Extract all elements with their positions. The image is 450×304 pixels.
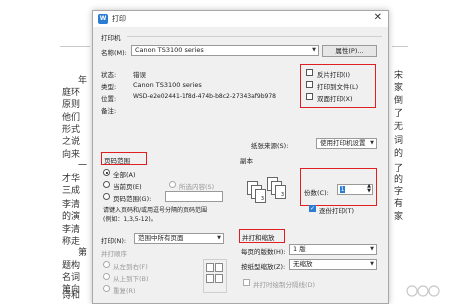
duplex-checkbox[interactable] bbox=[306, 93, 313, 100]
print-dialog: W 打印 ✕ 打印机 名称(M): Canon TS3100 series ▼ … bbox=[92, 10, 389, 304]
order-repeat-radio[interactable] bbox=[103, 285, 110, 292]
print-order-title: 并打顺序 bbox=[101, 250, 127, 258]
range-selection-label: 所选内容(S) bbox=[179, 183, 215, 191]
wps-app-icon: W bbox=[98, 14, 108, 24]
chevron-down-icon: ▼ bbox=[370, 261, 374, 267]
draw-borders-label: 并打时绘制分隔线(D) bbox=[253, 281, 316, 289]
printer-select[interactable]: Canon TS3100 series ▼ bbox=[131, 45, 319, 56]
document-text-line: 三成 bbox=[62, 186, 81, 196]
document-rule bbox=[392, 46, 408, 47]
printer-select-value: Canon TS3100 series bbox=[135, 46, 204, 54]
type-label: 类型: bbox=[101, 83, 117, 91]
range-pages-radio[interactable] bbox=[103, 193, 110, 200]
pages-per-sheet-value: 1 版 bbox=[293, 245, 306, 253]
document-text-line: 的 bbox=[394, 149, 404, 159]
paper-source-value: 使用打印机设置 bbox=[320, 139, 366, 147]
order-top-bottom-label: 从上到下(B) bbox=[113, 275, 149, 283]
scale-select[interactable]: 无缩放 ▼ bbox=[289, 259, 377, 270]
reverse-print-checkbox[interactable] bbox=[306, 69, 313, 76]
document-text-line: 无 bbox=[394, 122, 404, 132]
copies-count-value: 1 bbox=[340, 186, 345, 193]
chevron-down-icon: ▼ bbox=[370, 140, 374, 146]
comment-label: 备注: bbox=[101, 107, 117, 115]
chevron-down-icon: ▼ bbox=[217, 235, 221, 241]
document-rule bbox=[60, 46, 90, 47]
pages-per-sheet-select[interactable]: 1 版 ▼ bbox=[289, 244, 377, 255]
duplex-label: 双面打印(X) bbox=[317, 95, 353, 103]
pages-per-sheet-label: 每页的版数(H): bbox=[241, 248, 286, 256]
document-text-line: 了 bbox=[394, 109, 404, 119]
divider bbox=[127, 36, 382, 37]
range-all-label: 全部(A) bbox=[113, 171, 136, 179]
order-left-right-radio[interactable] bbox=[103, 261, 110, 268]
range-current-label: 当前页(E) bbox=[113, 183, 142, 191]
status-label: 状态: bbox=[101, 71, 117, 79]
print-what-select[interactable]: 范围中所有页面 ▼ bbox=[134, 233, 224, 244]
print-to-file-label: 打印到文件(L) bbox=[317, 83, 359, 91]
copies-count-label: 份数(C): bbox=[304, 189, 329, 197]
document-text-line: 词 bbox=[394, 136, 404, 146]
range-pages-label: 页码范围(G): bbox=[113, 195, 152, 203]
document-text-line: 家 bbox=[394, 212, 404, 222]
collate-label: 逐份打印(T) bbox=[319, 207, 355, 215]
print-to-file-checkbox[interactable] bbox=[306, 81, 313, 88]
title-bar: W 打印 ✕ bbox=[93, 11, 388, 27]
order-preview-icon bbox=[203, 259, 227, 293]
printer-section-title: 打印机 bbox=[101, 34, 121, 42]
print-what-label: 打印(N): bbox=[101, 237, 127, 245]
order-left-right-label: 从左到右(F) bbox=[113, 263, 148, 271]
paper-source-label: 纸张来源(S): bbox=[251, 142, 289, 150]
chevron-down-icon: ▼ bbox=[370, 246, 374, 252]
print-what-value: 范围中所有页面 bbox=[138, 234, 184, 242]
collate-page-icon: 3 bbox=[255, 189, 266, 203]
copies-title: 副本 bbox=[240, 157, 253, 165]
spin-down-icon[interactable]: ▼ bbox=[367, 189, 371, 194]
range-current-radio[interactable] bbox=[103, 181, 110, 188]
order-top-bottom-radio[interactable] bbox=[103, 273, 110, 280]
reverse-print-label: 反片打印(I) bbox=[317, 71, 350, 79]
dialog-title: 打印 bbox=[112, 15, 126, 23]
page-range-hint: 请键入页码和/或用逗号分隔的页码范围 bbox=[103, 207, 208, 214]
watermark-logo bbox=[406, 285, 440, 297]
document-text-line: 有 bbox=[394, 199, 404, 209]
document-text-line: 倒 bbox=[394, 96, 404, 106]
document-text-line: 的演 bbox=[62, 212, 81, 222]
properties-button[interactable]: 属性(P)... bbox=[322, 45, 377, 57]
document-text-line: 第 bbox=[78, 248, 88, 258]
location-value: WSD-e2e02441-1f8d-474b-b8c2-27343af9b978 bbox=[133, 93, 276, 100]
collate-page-icon: 3 bbox=[275, 185, 286, 199]
scale-value: 无缩放 bbox=[293, 260, 313, 268]
range-all-radio[interactable] bbox=[103, 169, 110, 176]
status-value: 错误 bbox=[133, 71, 146, 79]
scale-label: 按纸型缩放(Z): bbox=[241, 263, 286, 271]
page-range-input[interactable] bbox=[165, 191, 223, 202]
document-text-line: 原则 bbox=[62, 100, 81, 110]
document-text-line: 之说 bbox=[62, 137, 81, 147]
printer-name-label: 名称(M): bbox=[101, 49, 127, 57]
draw-borders-checkbox[interactable] bbox=[243, 279, 250, 286]
document-text-line: 家 bbox=[394, 83, 404, 93]
order-repeat-label: 重复(R) bbox=[113, 287, 136, 295]
close-icon[interactable]: ✕ bbox=[374, 12, 382, 23]
collate-checkbox[interactable] bbox=[309, 205, 316, 212]
location-label: 位置: bbox=[101, 95, 117, 103]
document-text-line: 诗和 bbox=[62, 291, 81, 301]
page-range-title: 页码范围 bbox=[104, 157, 130, 165]
copies-count-input[interactable]: 1 ▲ ▼ bbox=[337, 184, 373, 195]
type-value: Canon TS3100 series bbox=[133, 81, 202, 89]
paper-source-select[interactable]: 使用打印机设置 ▼ bbox=[316, 138, 377, 149]
chevron-down-icon: ▼ bbox=[312, 47, 316, 53]
document-text-line: 一 bbox=[78, 161, 88, 171]
page-range-hint-example: (例如：1,3,5-12)。 bbox=[103, 216, 157, 223]
merge-section-title: 并打和缩放 bbox=[242, 234, 275, 242]
range-selection-radio[interactable] bbox=[169, 181, 176, 188]
